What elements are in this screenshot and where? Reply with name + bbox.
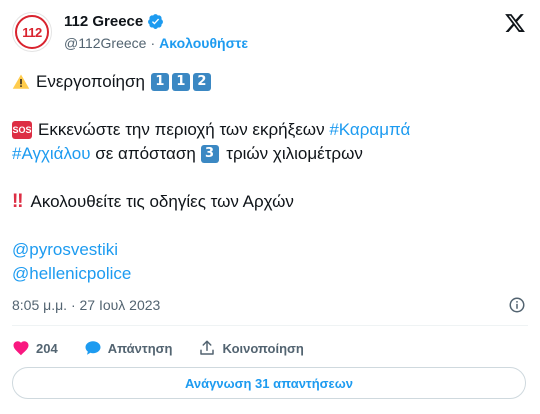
reply-bubble-icon <box>85 341 101 355</box>
share-label: Κοινοποίηση <box>222 340 304 356</box>
hashtag-link[interactable]: #Αγχιάλου <box>12 142 91 166</box>
tweet-line-distance: #Αγχιάλου σε απόσταση 3 τριών χιλιομέτρω… <box>12 142 528 166</box>
hashtag-link[interactable]: #Καραμπά <box>329 118 410 142</box>
tweet-line-follow-instructions: ‼ Ακολουθείτε τις οδηγίες των Αρχών <box>12 190 528 214</box>
tweet-line-mention: @hellenicpolice <box>12 262 528 286</box>
activation-text: Ενεργοποίηση <box>36 72 145 91</box>
like-count: 204 <box>36 340 58 356</box>
keycap-digit: 2 <box>192 73 211 91</box>
keycap-digit: 1 <box>150 73 169 91</box>
info-icon[interactable] <box>508 296 526 314</box>
mention-link[interactable]: @pyrosvestiki <box>12 238 118 262</box>
separator-dot: · <box>150 35 156 51</box>
reply-label: Απάντηση <box>107 340 173 356</box>
reply-button[interactable]: Απάντηση <box>84 339 173 357</box>
avatar[interactable]: 112 <box>12 12 52 52</box>
sos-icon: SOS <box>12 121 32 139</box>
tweet-text: Ενεργοποίηση 1 1 2 SOS Εκκενώστε την περ… <box>12 70 528 286</box>
follow-link[interactable]: Ακολουθήστε <box>159 35 248 51</box>
divider <box>12 325 528 326</box>
double-exclamation-icon: ‼ <box>12 191 24 212</box>
warning-icon <box>12 74 30 89</box>
tweet-line-evacuate: SOS Εκκενώστε την περιοχή των εκρήξεων #… <box>12 118 528 142</box>
keycap-digit: 1 <box>171 73 190 91</box>
tweet-line-mention: @pyrosvestiki <box>12 238 528 262</box>
tweet-card: 112 112 Greece @112Greece · Ακολουθήστε … <box>0 0 540 414</box>
x-logo-icon[interactable] <box>504 12 526 34</box>
mention-link[interactable]: @hellenicpolice <box>12 262 131 286</box>
share-button[interactable]: Κοινοποίηση <box>198 339 304 357</box>
distance-text: τριών χιλιομέτρων <box>221 144 363 163</box>
tweet-line-activation: Ενεργοποίηση 1 1 2 <box>12 70 528 94</box>
share-icon <box>200 340 215 355</box>
instructions-text: Ακολουθείτε τις οδηγίες των Αρχών <box>30 192 294 211</box>
name-row: 112 Greece <box>64 13 164 30</box>
handle[interactable]: @112Greece <box>64 35 146 51</box>
like-button[interactable]: 204 <box>12 339 58 357</box>
keycap-digit: 3 <box>200 145 219 163</box>
distance-text: σε απόσταση <box>90 144 201 163</box>
action-bar: 204 Απάντηση Κοινοποίηση <box>12 339 330 357</box>
read-replies-button[interactable]: Ανάγνωση 31 απαντήσεων <box>12 367 526 399</box>
avatar-logo: 112 <box>15 15 49 49</box>
evacuate-text: Εκκενώστε την περιοχή των εκρήξεων <box>38 120 330 139</box>
verified-badge-icon <box>148 14 164 29</box>
display-name[interactable]: 112 Greece <box>64 13 143 30</box>
timestamp[interactable]: 8:05 μ.μ. · 27 Ιουλ 2023 <box>12 297 160 313</box>
heart-icon <box>13 341 29 356</box>
handle-row: @112Greece · Ακολουθήστε <box>64 35 248 51</box>
